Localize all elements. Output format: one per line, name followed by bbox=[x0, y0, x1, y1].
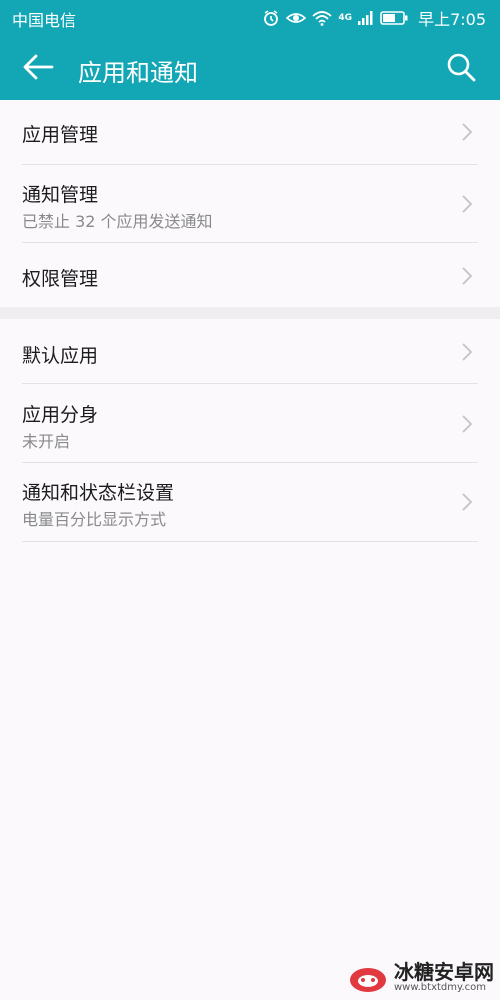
settings-item-default-apps[interactable]: 默认应用 bbox=[22, 319, 478, 383]
watermark: 冰糖安卓网 www.btxtdmy.com bbox=[348, 960, 494, 994]
network-type: 4G bbox=[338, 13, 353, 23]
arrow-left-icon[interactable] bbox=[22, 53, 54, 81]
settings-item-permission-management[interactable]: 权限管理 bbox=[22, 243, 478, 307]
item-title: 通知和状态栏设置 bbox=[22, 482, 175, 504]
chevron-right-icon bbox=[462, 415, 472, 433]
signal-icon bbox=[358, 11, 373, 25]
chevron-right-icon bbox=[462, 493, 472, 511]
app-bar: 应用和通知 bbox=[0, 34, 500, 100]
item-title: 应用分身 bbox=[22, 404, 99, 426]
item-title: 权限管理 bbox=[22, 268, 99, 290]
chevron-right-icon bbox=[462, 195, 472, 213]
carrier-label: 中国电信 bbox=[12, 11, 77, 30]
alarm-icon bbox=[264, 10, 279, 26]
settings-item-notification-management[interactable]: 通知管理 已禁止 32 个应用发送通知 bbox=[22, 165, 478, 243]
settings-item-app-twin[interactable]: 应用分身 未开启 bbox=[22, 384, 478, 462]
eye-icon bbox=[286, 13, 307, 23]
divider bbox=[22, 541, 478, 542]
section-gap bbox=[0, 307, 500, 319]
battery-icon bbox=[380, 11, 408, 25]
search-icon[interactable] bbox=[446, 52, 476, 82]
item-title: 通知管理 bbox=[22, 184, 99, 206]
item-subtitle: 已禁止 32 个应用发送通知 bbox=[22, 212, 213, 231]
settings-item-app-management[interactable]: 应用管理 bbox=[22, 100, 478, 164]
settings-item-notification-statusbar[interactable]: 通知和状态栏设置 电量百分比显示方式 bbox=[22, 463, 478, 541]
watermark-name: 冰糖安卓网 bbox=[394, 959, 494, 984]
status-bar: 中国电信 4G 早上7:05 bbox=[0, 0, 500, 34]
item-subtitle: 未开启 bbox=[22, 432, 71, 451]
watermark-logo-icon bbox=[350, 968, 386, 992]
item-title: 应用管理 bbox=[22, 124, 99, 146]
page-title: 应用和通知 bbox=[78, 59, 198, 87]
item-title: 默认应用 bbox=[22, 345, 99, 367]
chevron-right-icon bbox=[462, 343, 472, 361]
wifi-icon bbox=[312, 11, 333, 26]
watermark-url: www.btxtdmy.com bbox=[394, 981, 487, 993]
watermark-text: 冰糖安卓网 www.btxtdmy.com bbox=[394, 962, 494, 993]
status-icons: 4G 早上7:05 bbox=[262, 6, 486, 30]
chevron-right-icon bbox=[462, 267, 472, 285]
chevron-right-icon bbox=[462, 123, 472, 141]
item-subtitle: 电量百分比显示方式 bbox=[22, 510, 167, 529]
clock: 早上7:05 bbox=[418, 10, 486, 29]
